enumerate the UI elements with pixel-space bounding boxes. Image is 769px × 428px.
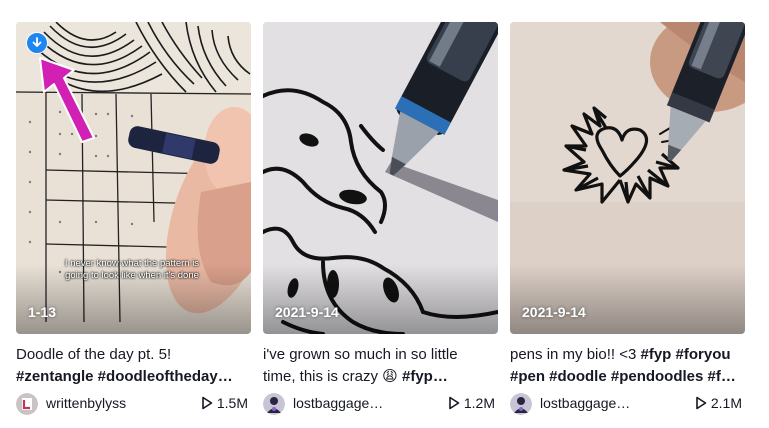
video-meta: lostbaggage… 1.2M xyxy=(263,393,495,415)
video-meta: writtenbylyss 1.5M xyxy=(16,393,248,415)
video-thumbnail[interactable]: 2021-9-14 xyxy=(510,22,745,334)
view-count-value: 2.1M xyxy=(710,395,742,411)
video-card: 2021-9-14 pens in my bio!! <3 #fyp #fory… xyxy=(510,22,745,422)
view-count: 1.5M xyxy=(201,395,248,411)
video-description[interactable]: i've grown so much in so little time, th… xyxy=(263,344,493,388)
description-text: pens in my bio!! <3 xyxy=(510,346,641,363)
view-count-value: 1.5M xyxy=(216,395,248,411)
description-text: Doodle of the day pt. 5! xyxy=(16,346,172,363)
author-name[interactable]: lostbaggage… xyxy=(293,395,383,411)
video-meta: lostbaggage… 2.1M xyxy=(510,393,742,415)
view-count-value: 1.2M xyxy=(463,395,495,411)
view-count: 1.2M xyxy=(448,395,495,411)
avatar[interactable] xyxy=(16,393,38,415)
download-icon[interactable] xyxy=(26,32,48,54)
video-date-badge: 1-13 xyxy=(28,304,57,320)
video-thumbnail[interactable]: 2021-9-14 xyxy=(263,22,498,334)
thumbnail-image xyxy=(510,22,745,334)
video-date-badge: 2021-9-14 xyxy=(522,304,586,320)
description-hashtags[interactable]: #fyp… xyxy=(402,368,448,385)
video-grid: I never know what the pattern is going t… xyxy=(16,22,746,422)
avatar[interactable] xyxy=(510,393,532,415)
video-card: I never know what the pattern is going t… xyxy=(16,22,251,422)
video-description[interactable]: Doodle of the day pt. 5! #zentangle #doo… xyxy=(16,344,246,388)
play-outline-icon xyxy=(202,396,213,410)
avatar[interactable] xyxy=(263,393,285,415)
video-card: 2021-9-14 i've grown so much in so littl… xyxy=(263,22,498,422)
author-name[interactable]: lostbaggage… xyxy=(540,395,630,411)
video-overlay-caption: I never know what the pattern is going t… xyxy=(64,258,200,281)
play-outline-icon xyxy=(696,396,707,410)
thumbnail-image xyxy=(263,22,498,334)
description-hashtags[interactable]: #zentangle #doodleoftheday… xyxy=(16,368,233,385)
play-outline-icon xyxy=(449,396,460,410)
annotation-arrow-icon xyxy=(39,57,95,143)
video-description[interactable]: pens in my bio!! <3 #fyp #foryou #pen #d… xyxy=(510,344,740,388)
video-thumbnail[interactable]: I never know what the pattern is going t… xyxy=(16,22,251,334)
view-count: 2.1M xyxy=(695,395,742,411)
video-date-badge: 2021-9-14 xyxy=(275,304,339,320)
author-name[interactable]: writtenbylyss xyxy=(46,395,126,411)
